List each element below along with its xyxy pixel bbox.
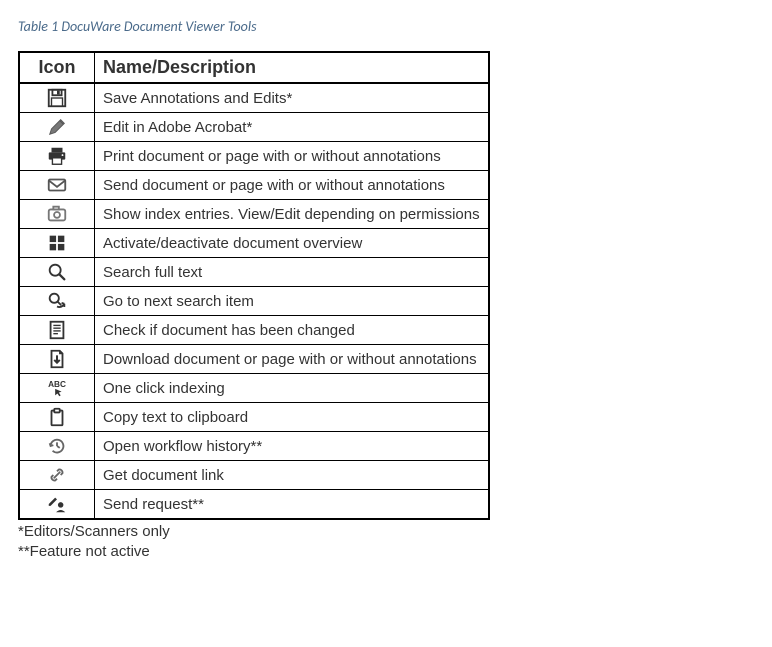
envelope-icon [46,174,68,196]
print-icon [46,145,68,167]
table-row: Activate/deactivate document overview [19,229,489,258]
doc-list-icon [46,319,68,341]
tool-description: Send request** [95,490,489,520]
tool-description: Check if document has been changed [95,316,489,345]
icon-cell [19,287,95,316]
icon-cell [19,83,95,113]
history-icon [46,435,68,457]
icon-cell [19,200,95,229]
table-row: One click indexing [19,374,489,403]
icon-cell [19,403,95,432]
footnote-line: *Editors/Scanners only [18,522,756,542]
col-header-icon: Icon [19,52,95,83]
table-row: Check if document has been changed [19,316,489,345]
table-row: Print document or page with or without a… [19,142,489,171]
icon-cell [19,316,95,345]
icon-cell [19,113,95,142]
search-icon [46,261,68,283]
table-row: Get document link [19,461,489,490]
tool-description: Download document or page with or withou… [95,345,489,374]
send-request-icon [46,493,68,515]
tool-description: Edit in Adobe Acrobat* [95,113,489,142]
tools-table: Icon Name/Description Save Annotations a… [18,51,490,520]
tool-description: Open workflow history** [95,432,489,461]
tool-description: One click indexing [95,374,489,403]
link-icon [46,464,68,486]
footnote-line: **Feature not active [18,542,756,562]
clipboard-icon [46,406,68,428]
icon-cell [19,490,95,520]
tool-description: Show index entries. View/Edit depending … [95,200,489,229]
download-icon [46,348,68,370]
tool-description: Save Annotations and Edits* [95,83,489,113]
col-header-desc: Name/Description [95,52,489,83]
table-caption: Table 1 DocuWare Document Viewer Tools [18,18,756,35]
tool-description: Activate/deactivate document overview [95,229,489,258]
tiles-icon [46,232,68,254]
tool-description: Go to next search item [95,287,489,316]
table-row: Edit in Adobe Acrobat* [19,113,489,142]
icon-cell [19,432,95,461]
table-row: Save Annotations and Edits* [19,83,489,113]
icon-cell [19,374,95,403]
icon-cell [19,142,95,171]
table-row: Go to next search item [19,287,489,316]
icon-cell [19,461,95,490]
icon-cell [19,258,95,287]
camera-icon [46,203,68,225]
table-row: Show index entries. View/Edit depending … [19,200,489,229]
table-row: Open workflow history** [19,432,489,461]
tool-description: Get document link [95,461,489,490]
tool-description: Print document or page with or without a… [95,142,489,171]
tool-description: Send document or page with or without an… [95,171,489,200]
abc-point-icon [46,377,68,399]
tool-description: Search full text [95,258,489,287]
icon-cell [19,345,95,374]
table-row: Download document or page with or withou… [19,345,489,374]
footnotes: *Editors/Scanners only **Feature not act… [18,522,756,563]
search-next-icon [46,290,68,312]
icon-cell [19,171,95,200]
save-icon [46,87,68,109]
table-row: Copy text to clipboard [19,403,489,432]
icon-cell [19,229,95,258]
table-row: Send request** [19,490,489,520]
table-row: Search full text [19,258,489,287]
pencil-icon [46,116,68,138]
table-row: Send document or page with or without an… [19,171,489,200]
tool-description: Copy text to clipboard [95,403,489,432]
